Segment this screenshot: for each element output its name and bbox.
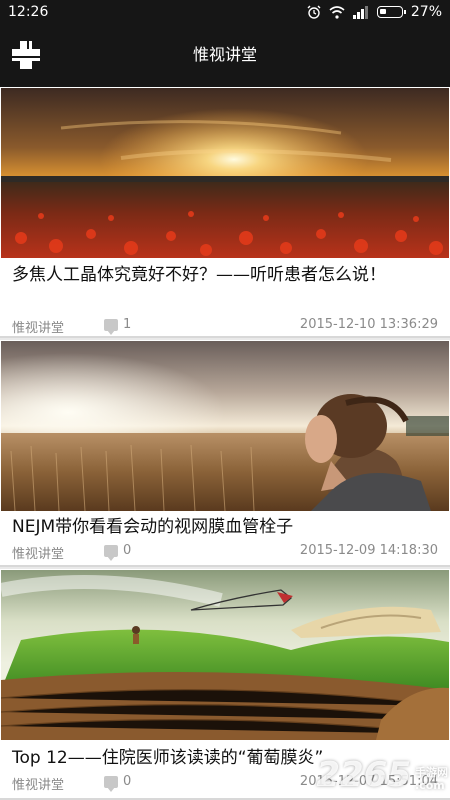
comment-count-value: 0: [123, 543, 132, 558]
article-feed[interactable]: 多焦人工晶体究竟好不好？——听听患者怎么说！ 惟视讲堂 1 2015-12-10…: [0, 87, 450, 800]
battery-percent: 27%: [410, 4, 442, 20]
watermark-line1: 手游网: [415, 766, 448, 779]
article-source: 惟视讲堂: [12, 321, 65, 336]
status-icons: 27%: [307, 4, 442, 20]
app-bar: 惟视讲堂: [0, 25, 450, 87]
comment-count-value: 1: [123, 317, 132, 332]
status-time: 12:26: [8, 4, 49, 20]
article-card[interactable]: NEJM带你看看会动的视网膜血管栓子 惟视讲堂 0 2015-12-09 14:…: [0, 340, 450, 567]
comment-icon: [104, 775, 118, 792]
article-card[interactable]: 多焦人工晶体究竟好不好？——听听患者怎么说！ 惟视讲堂 1 2015-12-10…: [0, 87, 450, 338]
article-thumbnail: [1, 570, 449, 740]
article-source: 惟视讲堂: [12, 547, 65, 562]
article-title[interactable]: 多焦人工晶体究竟好不好？——听听患者怎么说！: [12, 263, 432, 288]
comment-count: 0: [104, 543, 132, 561]
signal-icon: [352, 5, 368, 19]
article-title[interactable]: NEJM带你看看会动的视网膜血管栓子: [12, 515, 432, 540]
app-title: 惟视讲堂: [192, 45, 257, 64]
comment-icon: [104, 318, 118, 335]
battery-icon: [376, 6, 406, 18]
watermark-text: 手游网 .com: [415, 766, 448, 792]
site-watermark: 2265 手游网 .com: [316, 758, 448, 792]
comment-count: 0: [104, 774, 132, 792]
article-date: 2015-12-09 14:18:30: [299, 543, 438, 558]
watermark-logo: 2265: [316, 755, 411, 795]
article-thumbnail: [1, 88, 449, 258]
comment-icon: [104, 544, 118, 561]
alarm-icon: [307, 5, 321, 19]
article-thumbnail: [1, 341, 449, 511]
comment-count: 1: [104, 317, 132, 335]
comment-count-value: 0: [123, 774, 132, 789]
watermark-line2: .com: [415, 779, 445, 792]
article-source: 惟视讲堂: [12, 778, 65, 793]
status-bar: 12:26 27%: [0, 0, 450, 25]
article-meta: 惟视讲堂 0 2015-12-09 14:18:30: [12, 543, 438, 562]
article-meta: 惟视讲堂 1 2015-12-10 13:36:29: [12, 317, 438, 336]
wifi-icon: [329, 5, 345, 19]
article-date: 2015-12-10 13:36:29: [299, 317, 438, 332]
